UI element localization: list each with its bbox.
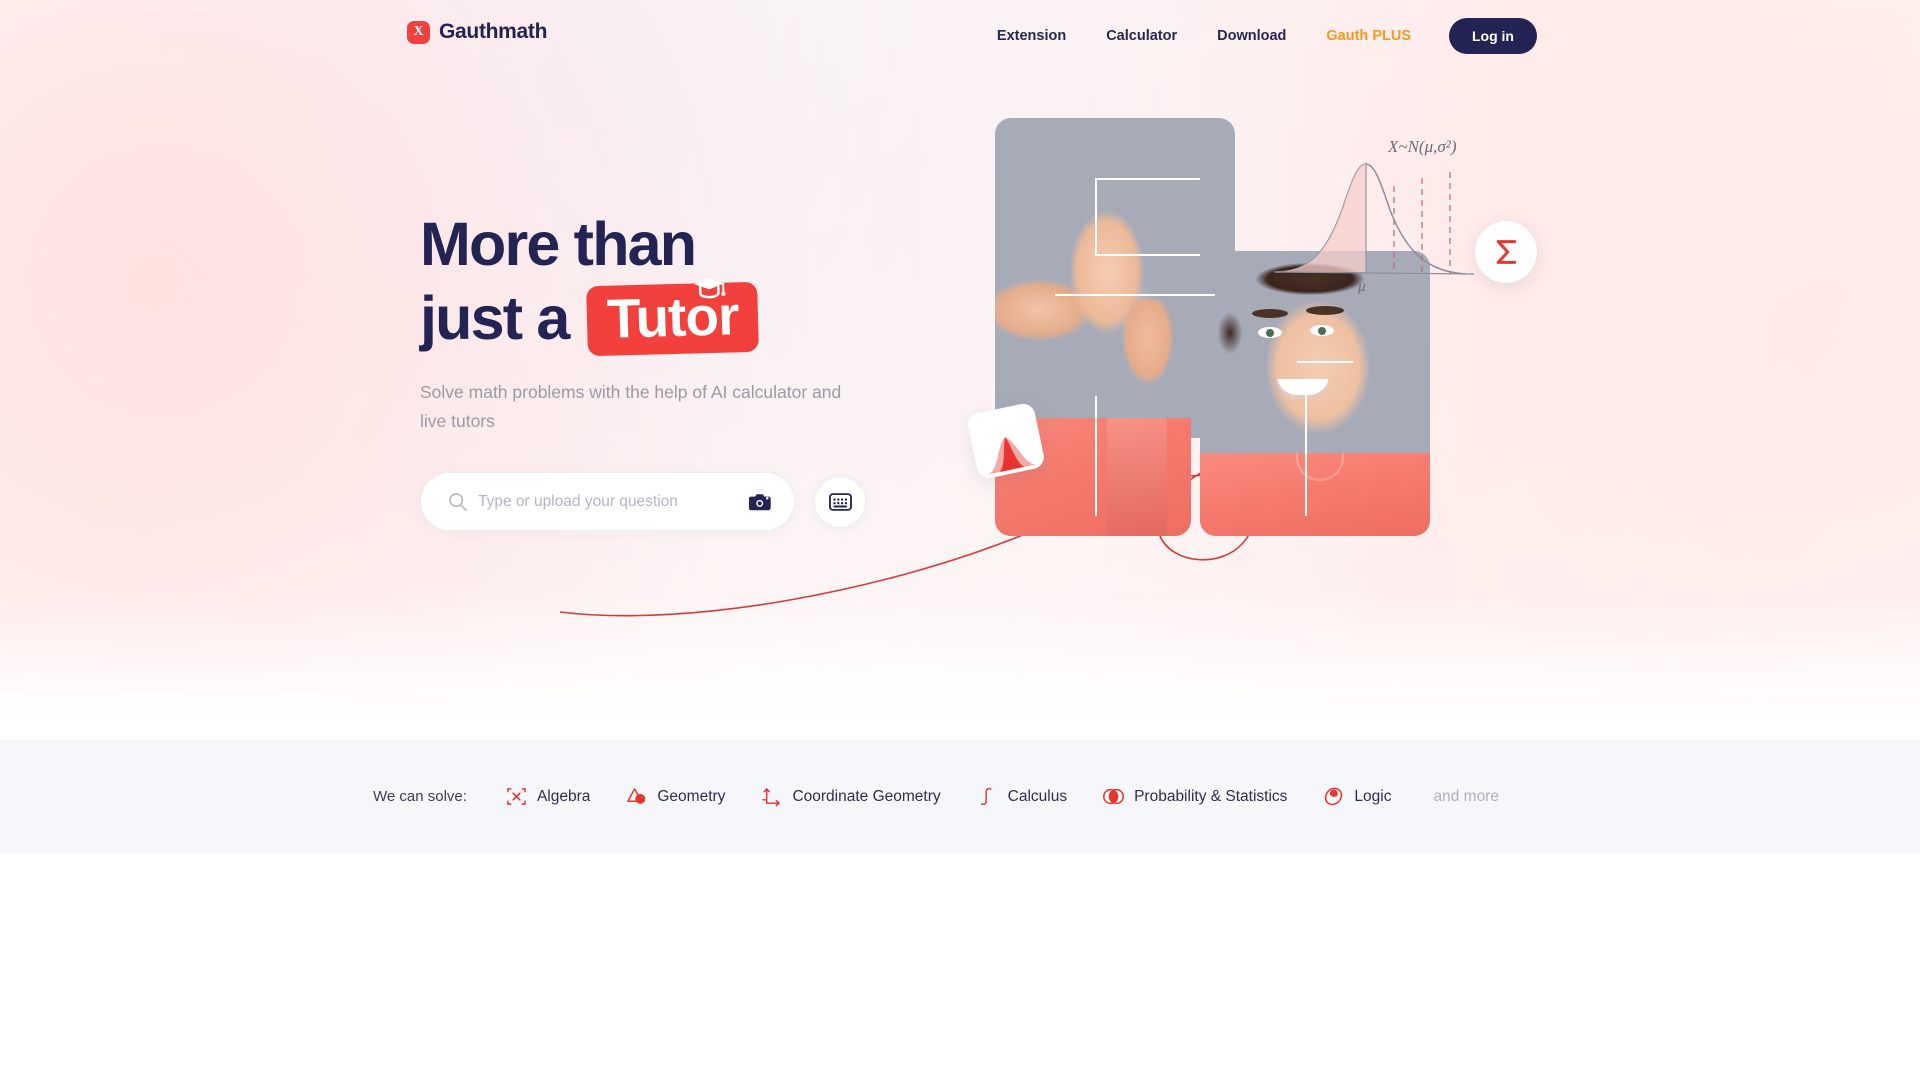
probability-statistics-icon <box>1103 788 1125 805</box>
nav-link-extension[interactable]: Extension <box>977 28 1086 44</box>
coordinate-geometry-icon <box>762 788 781 807</box>
eye-left <box>1258 327 1282 338</box>
subject-label: Algebra <box>536 787 591 805</box>
subject-item-algebra[interactable]: Algebra <box>506 786 590 807</box>
search-input[interactable] <box>478 492 742 511</box>
headline-line-2-prefix: just a <box>420 283 570 352</box>
subject-label: Geometry <box>657 787 726 805</box>
collage-photo-thumb <box>1100 300 1210 430</box>
collage-frame-line <box>1305 386 1307 516</box>
geometry-icon <box>627 788 646 804</box>
landing-page: X Gauthmath Extension Calculator Downloa… <box>0 0 1920 1080</box>
ai-solution-section: AI solution Solve math problems using ou… <box>0 853 1920 1080</box>
collage-frame-line <box>1095 178 1200 256</box>
subject-item-probability-statistics[interactable]: Probability & Statistics <box>1103 786 1287 807</box>
distribution-formula: X~N(μ,σ²) <box>1387 137 1457 156</box>
subject-item-geometry[interactable]: Geometry <box>626 786 725 807</box>
subjects-bar: We can solve: Algebra Geometry Coordinat… <box>0 740 1920 853</box>
subjects-more-label: and more <box>1433 787 1499 805</box>
distribution-axis-label: μ <box>1357 279 1366 295</box>
headline-line-1: More than <box>420 210 697 278</box>
sigma-badge <box>1475 221 1537 283</box>
hero-content: More than just a Tutor Solve math proble… <box>420 210 980 532</box>
smile <box>1277 379 1329 399</box>
subjects-label: We can solve: <box>373 788 467 805</box>
nav-link-calculator[interactable]: Calculator <box>1086 28 1197 44</box>
sigma-icon <box>1496 240 1517 264</box>
subject-item-coordinate-geometry[interactable]: Coordinate Geometry <box>761 786 941 807</box>
subject-label: Calculus <box>1007 787 1068 805</box>
subject-label: Logic <box>1354 787 1392 805</box>
collage-frame-line <box>1055 294 1215 296</box>
search-box[interactable] <box>420 472 795 532</box>
collage-frame-line <box>1297 361 1353 363</box>
login-button[interactable]: Log in <box>1449 18 1537 54</box>
collage-photo-shirt-right <box>1200 453 1430 536</box>
nav-links: Extension Calculator Download Gauth PLUS… <box>977 18 1537 54</box>
keyboard-input-button[interactable] <box>814 475 866 528</box>
subject-item-calculus[interactable]: Calculus <box>977 786 1067 807</box>
headline-line-2: just a Tutor <box>420 277 980 356</box>
brand-logo[interactable]: X Gauthmath <box>407 20 547 44</box>
page-title: More than just a Tutor <box>420 210 980 356</box>
search-icon <box>449 493 467 512</box>
nav-link-gauth-plus[interactable]: Gauth PLUS <box>1306 28 1431 44</box>
tutor-badge: Tutor <box>585 277 759 356</box>
logic-icon <box>1325 787 1343 806</box>
graduation-cap-icon <box>694 277 726 298</box>
algebra-icon <box>507 788 526 805</box>
nav-link-download[interactable]: Download <box>1197 28 1306 44</box>
hero-subtitle: Solve math problems with the help of AI … <box>420 382 842 431</box>
eyebrow-left <box>1252 309 1288 318</box>
subject-label: Coordinate Geometry <box>792 787 941 805</box>
normal-distribution-chart: X~N(μ,σ²) μ <box>1273 137 1475 295</box>
camera-upload-button[interactable] <box>748 492 772 512</box>
gauthmath-logo-icon: X <box>407 20 430 44</box>
top-navigation-bar: X Gauthmath Extension Calculator Downloa… <box>0 0 1920 68</box>
collage-frame-line <box>1095 396 1097 516</box>
subject-label: Probability & Statistics <box>1134 787 1288 805</box>
hero-search-row <box>420 472 980 532</box>
subjects-list: We can solve: Algebra Geometry Coordinat… <box>373 786 1499 807</box>
calculus-icon <box>980 787 992 806</box>
eye-right <box>1310 325 1334 336</box>
camera-icon <box>748 494 771 511</box>
keyboard-icon <box>828 493 852 511</box>
brand-name: Gauthmath <box>439 20 548 43</box>
subject-item-logic[interactable]: Logic <box>1323 786 1391 807</box>
hero-image-collage: X~N(μ,σ²) μ <box>965 118 1537 628</box>
